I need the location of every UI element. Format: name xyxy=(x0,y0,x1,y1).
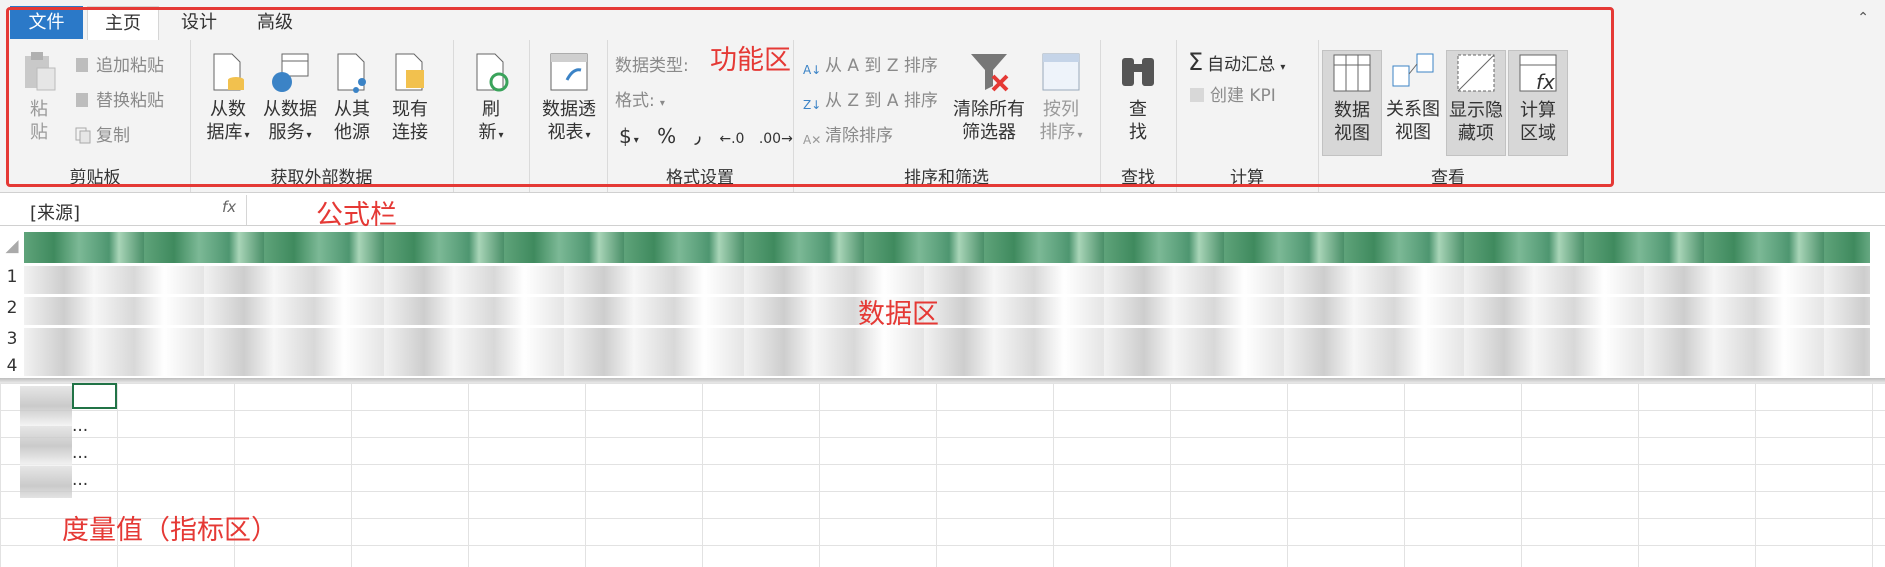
fx-icon[interactable]: fx xyxy=(222,198,236,216)
table-row[interactable] xyxy=(24,356,1870,376)
measure-ellipsis-3: ... xyxy=(72,470,89,490)
data-grid: ◢ 1 2 3 4 xyxy=(0,228,1885,378)
annotation-measures-area: 度量值（指标区） xyxy=(62,515,278,546)
table-row[interactable] xyxy=(24,266,1870,294)
measure-ellipsis-1: ... xyxy=(72,416,89,436)
table-row[interactable] xyxy=(24,297,1870,325)
annotation-formula-bar: 公式栏 xyxy=(316,200,397,231)
row-number-4[interactable]: 4 xyxy=(0,356,24,376)
select-all-corner[interactable]: ◢ xyxy=(0,236,24,256)
function-area-highlight xyxy=(6,7,1614,187)
collapse-ribbon-chevron-icon[interactable]: ⌃ xyxy=(1857,10,1869,26)
row-number-3[interactable]: 3 xyxy=(0,329,24,349)
annotation-data-area: 数据区 xyxy=(858,299,939,330)
measure-names-column[interactable] xyxy=(20,386,72,498)
formula-separator xyxy=(246,195,247,225)
name-box[interactable]: [来源] xyxy=(30,199,80,225)
column-header-strip[interactable] xyxy=(24,232,1870,263)
annotation-function-area: 功能区 xyxy=(710,45,791,76)
table-row[interactable] xyxy=(24,328,1870,356)
formula-bar: [来源] fx xyxy=(0,195,1885,226)
selected-cell[interactable] xyxy=(72,383,117,409)
row-number-2[interactable]: 2 xyxy=(0,298,24,318)
row-number-1[interactable]: 1 xyxy=(0,267,24,287)
measure-ellipsis-2: ... xyxy=(72,443,89,463)
measures-grid[interactable] xyxy=(0,383,1885,567)
